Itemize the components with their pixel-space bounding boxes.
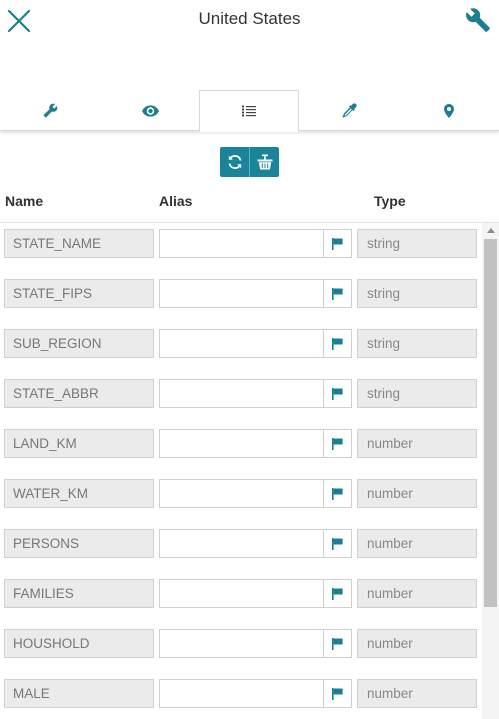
scroll-up-button[interactable]	[482, 227, 499, 237]
field-row: STATE_NAME string	[0, 223, 480, 273]
header-bar: United States	[0, 0, 499, 90]
field-row: FAMILIES number	[0, 573, 480, 623]
field-type: number	[357, 529, 477, 558]
scrollbar-thumb[interactable]	[484, 239, 497, 607]
alias-input[interactable]	[160, 430, 323, 457]
field-name: LAND_KM	[4, 429, 154, 458]
flag-button[interactable]	[323, 580, 351, 607]
flag-icon	[332, 687, 343, 700]
field-type: number	[357, 679, 477, 708]
field-name: PERSONS	[4, 529, 154, 558]
alias-field	[159, 429, 352, 458]
flag-button[interactable]	[323, 430, 351, 457]
field-row: PERSONS number	[0, 523, 480, 573]
flag-icon	[332, 587, 343, 600]
field-type: string	[357, 329, 477, 358]
field-name: HOUSHOLD	[4, 629, 154, 658]
field-name: STATE_FIPS	[4, 279, 154, 308]
field-name: STATE_ABBR	[4, 379, 154, 408]
field-name: STATE_NAME	[4, 229, 154, 258]
flag-icon	[332, 287, 343, 300]
flag-button[interactable]	[323, 280, 351, 307]
alias-field	[159, 479, 352, 508]
field-row: STATE_FIPS string	[0, 273, 480, 323]
list-icon	[242, 105, 256, 117]
field-type: string	[357, 379, 477, 408]
column-header-type: Type	[374, 193, 406, 209]
wrench-icon	[43, 103, 57, 118]
field-row: LAND_KM number	[0, 423, 480, 473]
alias-field	[159, 629, 352, 658]
field-name: SUB_REGION	[4, 329, 154, 358]
field-name: MALE	[4, 679, 154, 708]
tab-visibility[interactable]	[100, 90, 200, 131]
field-type: string	[357, 279, 477, 308]
field-list: STATE_NAME string STATE_FIPS string SUB_…	[0, 223, 480, 719]
column-header-alias: Alias	[159, 193, 193, 209]
flag-button[interactable]	[323, 380, 351, 407]
eyedropper-icon	[341, 103, 357, 118]
field-type: string	[357, 229, 477, 258]
field-type: number	[357, 579, 477, 608]
flag-icon	[332, 237, 343, 250]
tab-bar	[0, 90, 499, 132]
tab-settings[interactable]	[0, 90, 100, 131]
refresh-button[interactable]	[220, 147, 249, 177]
scrollbar[interactable]	[482, 223, 499, 719]
alias-input[interactable]	[160, 480, 323, 507]
wrench-icon	[466, 8, 490, 32]
field-name: FAMILIES	[4, 579, 154, 608]
alias-input[interactable]	[160, 680, 323, 707]
flag-button[interactable]	[323, 230, 351, 257]
column-header-name: Name	[5, 193, 44, 209]
flag-button[interactable]	[323, 680, 351, 707]
alias-field	[159, 529, 352, 558]
flag-icon	[332, 337, 343, 350]
flag-button[interactable]	[323, 480, 351, 507]
alias-input[interactable]	[160, 630, 323, 657]
alias-field	[159, 379, 352, 408]
flag-icon	[332, 537, 343, 550]
alias-field	[159, 679, 352, 708]
field-row: STATE_ABBR string	[0, 373, 480, 423]
alias-field	[159, 279, 352, 308]
field-type: number	[357, 429, 477, 458]
flag-icon	[332, 487, 343, 500]
field-type: number	[357, 629, 477, 658]
tab-fields[interactable]	[199, 90, 299, 132]
flag-button[interactable]	[323, 530, 351, 557]
flag-icon	[332, 437, 343, 450]
flag-icon	[332, 387, 343, 400]
flag-button[interactable]	[323, 630, 351, 657]
alias-input[interactable]	[160, 580, 323, 607]
field-row: MALE number	[0, 673, 480, 719]
flag-button[interactable]	[323, 330, 351, 357]
page-title: United States	[198, 9, 301, 28]
caret-up-icon	[486, 228, 495, 233]
clear-button[interactable]	[250, 147, 279, 177]
alias-field	[159, 579, 352, 608]
map-pin-icon	[444, 103, 454, 118]
field-name: WATER_KM	[4, 479, 154, 508]
tab-color[interactable]	[299, 90, 399, 131]
clear-basket-icon	[257, 154, 272, 170]
field-row: HOUSHOLD number	[0, 623, 480, 673]
alias-input[interactable]	[160, 330, 323, 357]
alias-input[interactable]	[160, 530, 323, 557]
alias-input[interactable]	[160, 230, 323, 257]
alias-input[interactable]	[160, 380, 323, 407]
field-actions	[220, 147, 279, 177]
alias-field	[159, 229, 352, 258]
field-row: SUB_REGION string	[0, 323, 480, 373]
alias-input[interactable]	[160, 280, 323, 307]
settings-button[interactable]	[465, 7, 491, 33]
alias-field	[159, 329, 352, 358]
field-type: number	[357, 479, 477, 508]
refresh-icon	[228, 155, 241, 169]
eye-icon	[141, 104, 159, 117]
tab-location[interactable]	[399, 90, 499, 131]
flag-icon	[332, 637, 343, 650]
field-row: WATER_KM number	[0, 473, 480, 523]
